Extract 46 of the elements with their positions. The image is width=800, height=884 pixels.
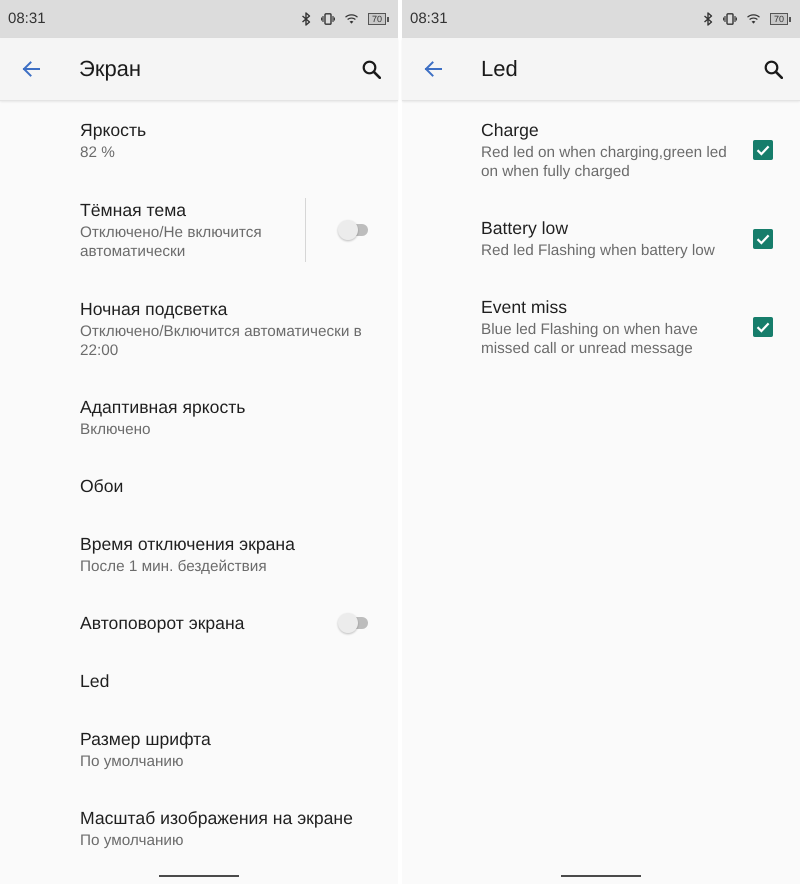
battery-level: 70 (770, 13, 788, 25)
setting-title[interactable]: Тёмная тема (80, 199, 300, 221)
setting-title[interactable]: Led (80, 670, 382, 692)
setting-title[interactable]: Battery low (481, 217, 731, 239)
search-icon[interactable] (764, 60, 783, 78)
vibrate-icon (722, 13, 737, 25)
battery-level: 70 (368, 13, 386, 25)
setting-summary: По умолчанию (80, 831, 184, 850)
setting-title[interactable]: Яркость (80, 119, 382, 141)
setting-title[interactable]: Масштаб изображения на экране (80, 807, 382, 829)
setting-summary: По умолчанию (80, 752, 184, 771)
setting-title[interactable]: Charge (481, 119, 731, 141)
screen-title: Led (481, 56, 518, 82)
setting-title[interactable]: Время отключения экрана (80, 533, 382, 555)
setting-summary: Red led on when charging,green led on when fully charged (481, 143, 728, 181)
checkbox[interactable] (753, 317, 773, 337)
gesture-handle[interactable] (159, 875, 239, 877)
back-arrow-icon[interactable] (424, 61, 442, 77)
setting-summary: После 1 мин. бездействия (80, 557, 268, 576)
back-arrow-icon[interactable] (22, 61, 40, 77)
checkbox[interactable] (753, 140, 773, 160)
vibrate-icon (320, 13, 335, 25)
status-time: 08:31 (8, 10, 46, 28)
setting-title[interactable]: Event miss (481, 296, 731, 318)
setting-summary: Отключено/Не включится автоматически (80, 223, 263, 261)
setting-title[interactable]: Размер шрифта (80, 728, 382, 750)
setting-title[interactable]: Автоповорот экрана (80, 612, 338, 634)
setting-title[interactable]: Ночная подсветка (80, 298, 382, 320)
setting-title[interactable]: Адаптивная яркость (80, 396, 382, 418)
screen-title: Экран (79, 56, 142, 82)
toggle-switch[interactable] (338, 613, 368, 633)
wifi-icon (344, 14, 358, 24)
setting-summary: Red led Flashing when battery low (481, 241, 716, 260)
setting-summary: Включено (80, 420, 152, 439)
gesture-handle[interactable] (561, 875, 641, 877)
setting-summary: Blue led Flashing on when have missed call or unread message (481, 320, 699, 358)
setting-summary: 82 % (80, 143, 116, 162)
status-time: 08:31 (410, 10, 448, 28)
wifi-icon (746, 14, 760, 24)
bluetooth-icon (702, 12, 713, 26)
search-icon[interactable] (362, 60, 381, 78)
setting-title[interactable]: Обои (80, 475, 382, 497)
checkbox[interactable] (753, 228, 773, 248)
setting-summary: Отключено/Включится автоматически в 22:00 (80, 322, 363, 360)
toggle-switch[interactable] (338, 220, 368, 240)
bluetooth-icon (300, 12, 311, 26)
